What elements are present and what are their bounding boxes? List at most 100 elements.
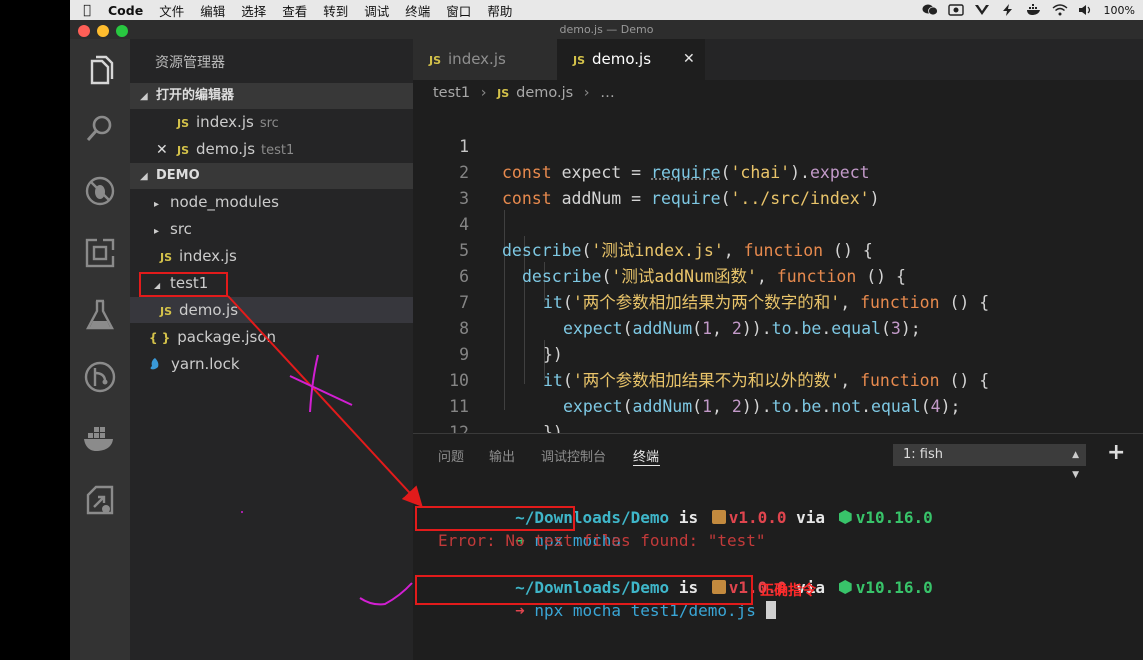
open-editor-demo-js[interactable]: ✕ JS demo.js test1 (130, 136, 413, 162)
minimize-window-icon[interactable] (97, 25, 109, 37)
project-header[interactable]: ◢ DEMO (130, 163, 413, 189)
annotation-box-correct-command (415, 575, 753, 605)
open-editor-index-js[interactable]: JS index.js src (130, 109, 413, 135)
tree-item-package-json[interactable]: { } package.json (130, 324, 413, 350)
menu-go[interactable]: 转到 (315, 1, 356, 20)
close-window-icon[interactable] (78, 25, 90, 37)
explorer-title: 资源管理器 (155, 55, 225, 71)
breadcrumb-separator: › (583, 85, 590, 101)
menu-file[interactable]: 文件 (151, 1, 192, 20)
js-file-icon: JS (573, 54, 586, 67)
tree-item-yarn-lock[interactable]: yarn.lock (130, 351, 413, 377)
tree-item-label: yarn.lock (171, 355, 240, 373)
code-line: 12 }) (413, 394, 1143, 433)
menu-edit[interactable]: 编辑 (192, 1, 233, 20)
tab-index-js[interactable]: JS index.js (413, 39, 557, 80)
panel-tab-debug-console[interactable]: 调试控制台 (541, 446, 606, 465)
extensions-icon[interactable] (82, 235, 118, 271)
menu-bar:  Code 文件 编辑 选择 查看 转到 调试 终端 窗口 帮助 100% (70, 0, 1143, 20)
tree-item-index-js[interactable]: JS index.js (130, 243, 413, 269)
chevron-right-icon: ▸ (154, 226, 160, 237)
open-editor-filename: index.js (196, 113, 254, 131)
tree-item-label: package.json (177, 328, 277, 346)
code-line: 5 describe('测试addNum函数', function () { (413, 212, 1143, 286)
panel-tab-output[interactable]: 输出 (489, 446, 515, 465)
vue-icon[interactable] (974, 4, 990, 16)
breadcrumb-folder[interactable]: test1 (433, 85, 470, 101)
panel-tab-problems[interactable]: 问题 (438, 446, 464, 465)
code-editor[interactable]: 1 const expect = require('chai').expect … (413, 106, 1143, 433)
js-file-icon: JS (497, 87, 510, 100)
git-icon[interactable] (82, 359, 118, 395)
tab-demo-js[interactable]: JS demo.js ✕ (557, 39, 705, 80)
menu-selection[interactable]: 选择 (233, 1, 274, 20)
terminal-select-value: 1: fish (903, 447, 943, 462)
chevron-updown-icon: ▲ ▼ (1072, 450, 1079, 480)
menu-terminal[interactable]: 终端 (397, 1, 438, 20)
new-terminal-button[interactable]: + (1107, 440, 1125, 465)
menu-help[interactable]: 帮助 (479, 1, 520, 20)
terminal-line-error: Error: No test files found: "test" (438, 531, 766, 550)
package-icon (711, 510, 726, 524)
code-line: 4 describe('测试index.js', function () { (413, 186, 1143, 260)
files-icon[interactable] (82, 53, 118, 89)
remote-icon[interactable] (82, 483, 118, 519)
tree-item-node-modules[interactable]: ▸ node_modules (130, 189, 413, 215)
test-flask-icon[interactable] (82, 297, 118, 333)
code-line: 9 it('两个参数相加结果不为和以外的数', function () { (413, 316, 1143, 390)
title-bar: demo.js — Demo (70, 20, 1143, 39)
menu-app-name[interactable]: Code (104, 3, 151, 18)
code-line: 10 expect(addNum(1, 2)).to.be.not.equal(… (413, 342, 1143, 416)
tree-item-demo-js[interactable]: JS demo.js (130, 297, 413, 323)
open-editor-filename: demo.js (196, 140, 256, 158)
chevron-down-icon: ◢ (140, 91, 148, 102)
code-line: 7 expect(addNum(1, 2)).to.be.equal(3); (413, 264, 1143, 338)
open-editor-dir: test1 (261, 143, 295, 158)
yarn-file-icon (150, 358, 159, 370)
breadcrumb-file[interactable]: demo.js (516, 85, 573, 101)
screen-record-icon[interactable] (947, 4, 964, 16)
volume-icon[interactable] (1078, 4, 1094, 16)
menu-view[interactable]: 查看 (274, 1, 315, 20)
terminal-line: ~/Downloads/Demo is v1.0.0 via v10.16.0 (515, 578, 933, 597)
js-file-icon: JS (160, 305, 173, 318)
close-tab-icon[interactable]: ✕ (683, 39, 695, 80)
code-line: 11 }) (413, 368, 1143, 433)
annotation-box-npx-mocha (415, 506, 575, 531)
tree-item-src[interactable]: ▸ src (130, 216, 413, 242)
open-editors-header[interactable]: ◢ 打开的编辑器 (130, 83, 413, 109)
docker-tray-icon[interactable] (1026, 4, 1042, 16)
docker-icon[interactable] (82, 421, 118, 457)
menu-debug[interactable]: 调试 (356, 1, 397, 20)
tree-item-label: src (170, 220, 192, 238)
menu-window[interactable]: 窗口 (438, 1, 479, 20)
debug-icon[interactable] (82, 173, 118, 209)
js-file-icon: JS (160, 251, 173, 264)
panel-tab-terminal[interactable]: 终端 (633, 446, 659, 465)
open-editors-label: 打开的编辑器 (156, 88, 235, 103)
search-icon[interactable] (82, 111, 118, 147)
tab-label: index.js (448, 50, 506, 68)
js-file-icon: JS (429, 54, 442, 67)
maximize-window-icon[interactable] (116, 25, 128, 37)
close-icon[interactable]: ✕ (156, 137, 177, 163)
open-editor-dir: src (259, 116, 279, 131)
code-line: 8 }) (413, 290, 1143, 364)
code-line: 6 it('两个参数相加结果为两个数字的和', function () { (413, 238, 1143, 312)
wechat-icon[interactable] (922, 4, 938, 16)
letterbox (0, 0, 70, 660)
tree-item-label: demo.js (179, 301, 239, 319)
chevron-down-icon: ◢ (140, 171, 148, 182)
breadcrumb: test1 › JS demo.js › … (413, 80, 1143, 106)
terminal-select[interactable]: 1: fish ▲ ▼ (893, 444, 1086, 480)
json-file-icon: { } (149, 331, 171, 345)
breadcrumb-more[interactable]: … (600, 85, 615, 101)
terminal-line: ~/Downloads/Demo is v1.0.0 via v10.16.0 (515, 508, 933, 527)
bolt-icon[interactable] (1000, 4, 1016, 16)
vscode-window:  Code 文件 编辑 选择 查看 转到 调试 终端 窗口 帮助 100% d… (70, 0, 1143, 660)
tab-label: demo.js (592, 50, 652, 68)
node-icon (838, 580, 852, 594)
wifi-icon[interactable] (1052, 4, 1068, 16)
explorer-sidebar: 资源管理器 ◢ 打开的编辑器 JS index.js src ✕ JS demo.js te… (130, 39, 413, 660)
apple-icon[interactable]:  (70, 3, 104, 18)
